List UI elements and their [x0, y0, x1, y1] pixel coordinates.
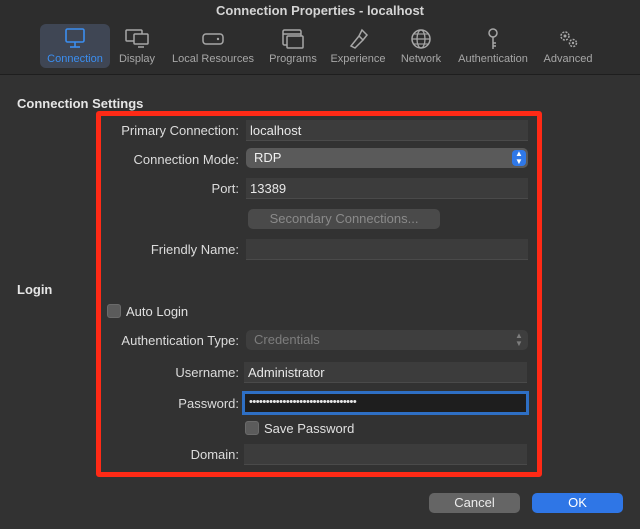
- primary-connection-field[interactable]: localhost: [246, 120, 528, 141]
- tab-authentication-label: Authentication: [458, 53, 528, 65]
- window-toolbar: Connection Properties - localhost Connec…: [0, 0, 640, 75]
- domain-field[interactable]: [244, 444, 527, 465]
- primary-connection-label: Primary Connection:: [121, 123, 239, 138]
- authentication-type-label: Authentication Type:: [121, 333, 239, 348]
- tab-network[interactable]: Network: [396, 24, 446, 68]
- tab-local-resources[interactable]: Local Resources: [168, 24, 258, 68]
- username-label: Username:: [175, 365, 239, 380]
- tab-connection[interactable]: Connection: [40, 24, 110, 68]
- domain-label: Domain:: [190, 447, 239, 462]
- secondary-connections-button: Secondary Connections...: [248, 209, 440, 229]
- auto-login-checkbox[interactable]: [107, 304, 121, 318]
- window-title: Connection Properties - localhost: [215, 3, 425, 18]
- auto-login-label: Auto Login: [126, 304, 189, 319]
- gears-icon: [560, 31, 578, 48]
- chevron-updown-icon: ▲ ▼: [512, 150, 526, 166]
- ok-button[interactable]: OK: [532, 493, 623, 513]
- authentication-type-select: Credentials ▲ ▼: [246, 330, 528, 350]
- tab-network-label: Network: [400, 53, 442, 65]
- connection-settings-heading: Connection Settings: [17, 96, 144, 111]
- tab-connection-label: Connection: [47, 53, 103, 65]
- tab-advanced[interactable]: Advanced: [540, 24, 596, 68]
- globe-icon: [411, 29, 431, 49]
- tab-programs-label: Programs: [269, 53, 317, 65]
- drive-icon: [202, 33, 224, 45]
- authentication-type-value: Credentials: [254, 332, 320, 347]
- tab-authentication[interactable]: Authentication: [453, 24, 533, 68]
- experience-icon: [349, 28, 369, 49]
- port-field[interactable]: 13389: [246, 178, 528, 199]
- tab-local-resources-label: Local Resources: [172, 53, 254, 65]
- connection-mode-value: RDP: [254, 150, 282, 165]
- cancel-button[interactable]: Cancel: [429, 493, 520, 513]
- tab-experience[interactable]: Experience: [327, 24, 389, 68]
- save-password-checkbox[interactable]: [245, 421, 259, 435]
- friendly-name-field[interactable]: [246, 239, 528, 260]
- tab-display-label: Display: [118, 53, 156, 65]
- chevron-updown-icon: ▲ ▼: [515, 331, 523, 348]
- tab-advanced-label: Advanced: [543, 53, 593, 65]
- password-label: Password:: [178, 396, 239, 411]
- login-heading: Login: [17, 282, 53, 297]
- key-icon: [488, 28, 498, 49]
- programs-window-icon: [282, 29, 304, 49]
- displays-icon: [125, 29, 149, 48]
- save-password-label: Save Password: [264, 421, 355, 436]
- connection-mode-select[interactable]: RDP ▲ ▼: [246, 148, 528, 168]
- tab-experience-label: Experience: [330, 53, 386, 65]
- tab-display[interactable]: Display: [114, 24, 160, 68]
- port-label: Port:: [211, 181, 239, 196]
- password-field[interactable]: ••••••••••••••••••••••••••••••••: [242, 391, 529, 415]
- monitor-icon: [65, 28, 85, 48]
- connection-mode-label: Connection Mode:: [133, 152, 239, 167]
- friendly-name-label: Friendly Name:: [150, 242, 239, 257]
- tab-programs[interactable]: Programs: [265, 24, 321, 68]
- username-field[interactable]: Administrator: [244, 362, 527, 383]
